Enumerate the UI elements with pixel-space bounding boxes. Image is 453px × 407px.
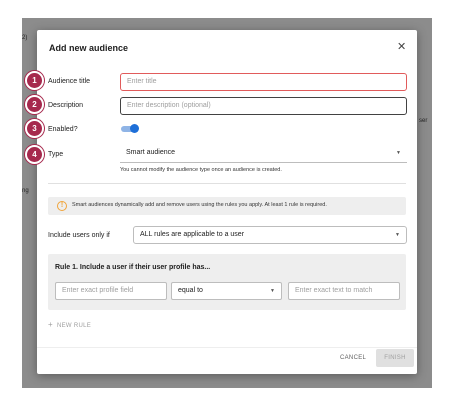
rule-card: Rule 1. Include a user if their user pro… <box>48 254 406 310</box>
toggle-thumb <box>130 124 139 133</box>
step-badge-4: 4 <box>25 145 44 164</box>
finish-button[interactable]: FINISH <box>376 349 414 367</box>
operator-select[interactable]: equal to ▼ <box>171 282 282 300</box>
close-icon[interactable]: ✕ <box>397 42 406 53</box>
dialog-title: Add new audience <box>49 43 129 53</box>
new-rule-label: NEW RULE <box>56 323 92 329</box>
type-label: Type <box>48 151 64 158</box>
background-text-fragment: ng <box>22 188 29 194</box>
step-badge-2: 2 <box>25 95 44 114</box>
description-label: Description <box>48 102 84 109</box>
operator-value: equal to <box>178 287 203 294</box>
plus-icon: + <box>48 320 53 329</box>
description-input[interactable]: Enter description (optional) <box>120 97 407 115</box>
footer-divider <box>37 347 417 348</box>
cancel-button[interactable]: CANCEL <box>340 355 366 361</box>
profile-field-input[interactable]: Enter exact profile field <box>55 282 167 300</box>
alert-text: Smart audiences dynamically add and remo… <box>72 202 327 208</box>
type-hint: You cannot modify the audience type once… <box>120 167 282 173</box>
include-condition-select[interactable]: ALL rules are applicable to a user ▼ <box>133 226 407 244</box>
new-rule-button[interactable]: + NEW RULE <box>48 320 91 329</box>
enabled-label: Enabled? <box>48 126 78 133</box>
chevron-down-icon: ▼ <box>396 150 401 156</box>
type-select[interactable]: Smart audience ▼ <box>120 145 407 163</box>
smart-audience-alert: ! Smart audiences dynamically add and re… <box>48 197 406 215</box>
enabled-toggle[interactable] <box>121 124 139 133</box>
type-select-value: Smart audience <box>126 149 176 156</box>
include-condition-value: ALL rules are applicable to a user <box>140 231 245 238</box>
chevron-down-icon: ▼ <box>270 288 275 294</box>
background-text-fragment: 2) <box>22 35 28 41</box>
audience-title-label: Audience title <box>48 78 91 85</box>
rule-title: Rule 1. Include a user if their user pro… <box>55 264 211 271</box>
info-icon: ! <box>57 201 67 211</box>
section-divider <box>48 183 406 184</box>
chevron-down-icon: ▼ <box>395 232 400 238</box>
audience-title-input[interactable]: Enter title <box>120 73 407 91</box>
step-badge-1: 1 <box>25 71 44 90</box>
include-users-label: Include users only if <box>48 232 110 239</box>
match-text-input[interactable]: Enter exact text to match <box>288 282 400 300</box>
background-text-fragment: ser <box>419 118 428 124</box>
step-badge-3: 3 <box>25 119 44 138</box>
